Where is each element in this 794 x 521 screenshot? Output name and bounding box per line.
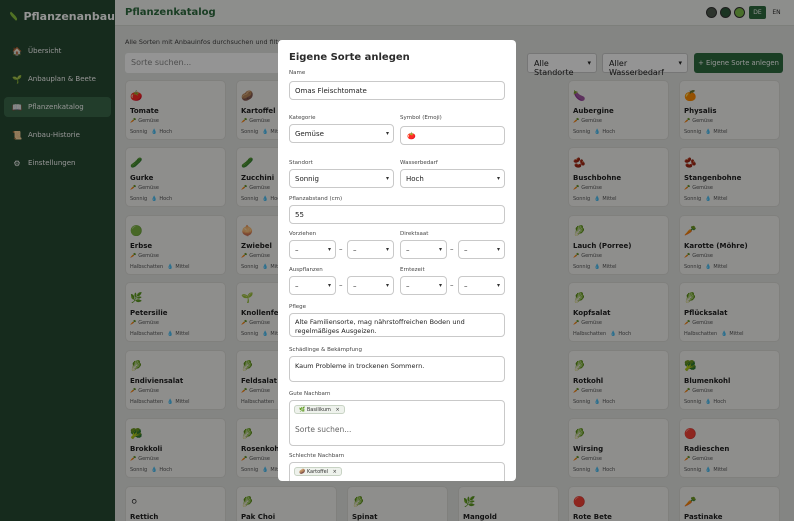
direct-sowing-range-separator: – bbox=[450, 245, 454, 253]
direct-sowing-end-month-select[interactable]: – ▾ bbox=[458, 240, 505, 259]
spacing-label: Pflanzabstand (cm) bbox=[289, 196, 343, 202]
month-select-value: – bbox=[464, 246, 468, 254]
preculture-range-separator: – bbox=[339, 245, 343, 253]
harvest-label: Erntezeit bbox=[400, 267, 425, 273]
water-select[interactable]: Hoch ▾ bbox=[400, 169, 505, 188]
chevron-down-icon: ▾ bbox=[496, 282, 500, 289]
month-select-value: – bbox=[406, 282, 410, 290]
good-neighbor-chip-label: Basilikum bbox=[306, 407, 331, 413]
potato-icon: 🥔 bbox=[299, 469, 306, 475]
month-select-value: – bbox=[464, 282, 468, 290]
good-neighbor-chip[interactable]: 🌿 Basilikum × bbox=[294, 405, 345, 414]
dialog-title: Eigene Sorte anlegen bbox=[289, 52, 410, 63]
chevron-down-icon: ▾ bbox=[385, 175, 389, 182]
remove-chip-icon[interactable]: × bbox=[335, 407, 339, 413]
bad-neighbor-chip-label: Kartoffel bbox=[306, 469, 329, 475]
preculture-start-month-select[interactable]: – ▾ bbox=[289, 240, 336, 259]
symbol-emoji-input[interactable]: 🍅 bbox=[400, 126, 505, 145]
good-neighbors-field[interactable]: 🌿 Basilikum × Sorte suchen... bbox=[289, 400, 505, 446]
month-select-value: – bbox=[295, 282, 299, 290]
harvest-range-separator: – bbox=[450, 281, 454, 289]
chevron-down-icon: ▾ bbox=[385, 282, 389, 289]
bad-neighbors-label: Schlechte Nachbarn bbox=[289, 453, 345, 459]
chevron-down-icon: ▾ bbox=[327, 282, 331, 289]
planting-label: Auspflanzen bbox=[289, 267, 323, 273]
pests-textarea[interactable]: Kaum Probleme in trockenen Sommern. bbox=[289, 356, 505, 382]
chevron-down-icon: ▾ bbox=[438, 246, 442, 253]
preculture-label: Vorziehen bbox=[289, 231, 317, 237]
add-variety-dialog: Eigene Sorte anlegen Name Omas Fleischto… bbox=[278, 40, 516, 481]
name-input[interactable]: Omas Fleischtomate bbox=[289, 81, 505, 100]
chevron-down-icon: ▾ bbox=[327, 246, 331, 253]
chevron-down-icon: ▾ bbox=[385, 130, 389, 137]
name-label: Name bbox=[289, 70, 306, 76]
month-select-value: – bbox=[295, 246, 299, 254]
water-label: Wasserbedarf bbox=[400, 160, 438, 166]
category-label: Kategorie bbox=[289, 115, 316, 121]
direct-sowing-label: Direktsaat bbox=[400, 231, 429, 237]
harvest-start-month-select[interactable]: – ▾ bbox=[400, 276, 447, 295]
symbol-label: Symbol (Emoji) bbox=[400, 115, 442, 121]
good-neighbors-search-input[interactable]: Sorte suchen... bbox=[295, 425, 351, 434]
chevron-down-icon: ▾ bbox=[438, 282, 442, 289]
chevron-down-icon: ▾ bbox=[496, 246, 500, 253]
water-select-value: Hoch bbox=[406, 175, 424, 183]
good-neighbors-label: Gute Nachbarn bbox=[289, 391, 331, 397]
location-select-value: Sonnig bbox=[295, 175, 319, 183]
location-label: Standort bbox=[289, 160, 313, 166]
month-select-value: – bbox=[406, 246, 410, 254]
bad-neighbor-chip[interactable]: 🥔 Kartoffel × bbox=[294, 467, 342, 476]
care-textarea[interactable]: Alte Familiensorte, mag nährstoffreichen… bbox=[289, 313, 505, 337]
preculture-end-month-select[interactable]: – ▾ bbox=[347, 240, 394, 259]
direct-sowing-start-month-select[interactable]: – ▾ bbox=[400, 240, 447, 259]
chevron-down-icon: ▾ bbox=[496, 175, 500, 182]
location-select[interactable]: Sonnig ▾ bbox=[289, 169, 394, 188]
planting-end-month-select[interactable]: – ▾ bbox=[347, 276, 394, 295]
basil-icon: 🌿 bbox=[299, 407, 306, 413]
remove-chip-icon[interactable]: × bbox=[333, 469, 337, 475]
chevron-down-icon: ▾ bbox=[385, 246, 389, 253]
spacing-input[interactable]: 55 bbox=[289, 205, 505, 224]
harvest-end-month-select[interactable]: – ▾ bbox=[458, 276, 505, 295]
planting-start-month-select[interactable]: – ▾ bbox=[289, 276, 336, 295]
category-select[interactable]: Gemüse ▾ bbox=[289, 124, 394, 143]
month-select-value: – bbox=[353, 246, 357, 254]
bad-neighbors-field[interactable]: 🥔 Kartoffel × bbox=[289, 462, 505, 481]
planting-range-separator: – bbox=[339, 281, 343, 289]
category-select-value: Gemüse bbox=[295, 130, 324, 138]
care-label: Pflege bbox=[289, 304, 307, 310]
month-select-value: – bbox=[353, 282, 357, 290]
pests-label: Schädlinge & Bekämpfung bbox=[289, 347, 362, 353]
